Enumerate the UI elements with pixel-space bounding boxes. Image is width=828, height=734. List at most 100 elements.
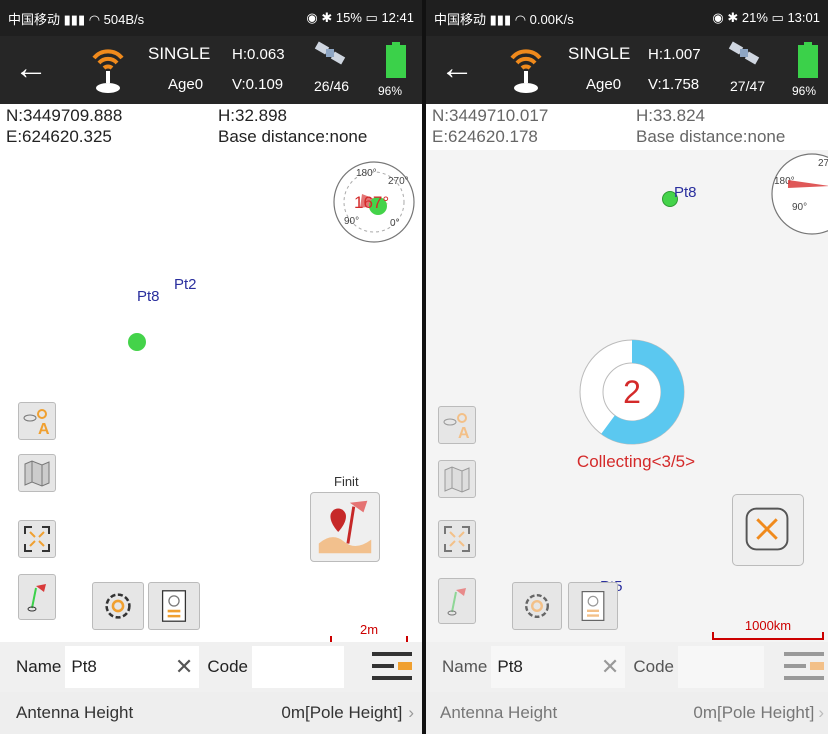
- zoom-extent-button[interactable]: [18, 520, 56, 558]
- status-left: 中国移动 ▮▮▮ ◠ 504B/s: [8, 9, 306, 28]
- compass-label-180: 180°: [356, 168, 377, 179]
- easting: E:624620.178: [432, 127, 538, 146]
- code-list-icon[interactable]: [372, 650, 412, 684]
- finit-survey-icon: [318, 500, 372, 554]
- signal-icon: ▮▮▮ ◠: [63, 11, 104, 27]
- status-bar: 中国移动 ▮▮▮ ◠ 0.00K/s ◉ ✱ 21% ▭ 13:01: [426, 0, 828, 36]
- stakeout-point-button[interactable]: A: [438, 406, 476, 444]
- gnss-header: ← SINGLE Age0 H:0.063 V:0.109 26/46 96%: [0, 36, 422, 104]
- finit-button[interactable]: [310, 492, 380, 562]
- gnss-header: ← SINGLE Age0 H:1.007 V:1.758 27/47 96%: [426, 36, 828, 104]
- zoom-extent-button[interactable]: [438, 520, 476, 558]
- compass-label-270: 270°: [818, 158, 828, 169]
- map-scale: 1000km: [712, 618, 824, 640]
- rover-pole-button[interactable]: [438, 578, 476, 624]
- scale-bar: [712, 632, 824, 640]
- satellite-icon[interactable]: [312, 40, 352, 72]
- finit-label: Finit: [334, 474, 359, 489]
- antenna-label: Antenna Height: [440, 703, 558, 722]
- antenna-height-row[interactable]: Antenna Height 0m[Pole Height] ›: [426, 692, 828, 734]
- satellite-count: 27/47: [730, 78, 766, 94]
- point-label-pt2[interactable]: Pt2: [174, 276, 197, 293]
- vertical-accuracy: V:1.758: [648, 76, 700, 93]
- clear-icon[interactable]: ✕: [601, 654, 619, 680]
- compass-label-0: 0°: [390, 218, 400, 229]
- satellite-icon[interactable]: [726, 40, 766, 72]
- stakeout-point-button[interactable]: A: [18, 402, 56, 440]
- code-list-icon[interactable]: [784, 650, 824, 684]
- eye-icon: ◉ ✱: [712, 10, 742, 25]
- name-label: Name: [16, 657, 62, 676]
- device-battery-icon: [798, 42, 818, 78]
- satellite-count: 26/46: [314, 78, 350, 94]
- name-label: Name: [442, 657, 488, 676]
- code-label: Code: [633, 657, 674, 676]
- antenna-height-row[interactable]: Antenna Height 0m[Pole Height] ›: [0, 692, 422, 734]
- northing: N:3449709.888: [6, 106, 123, 125]
- solution-mode: SINGLE: [568, 44, 631, 63]
- battery-percent: 21%: [741, 10, 768, 25]
- map-layer-button[interactable]: [18, 454, 56, 492]
- survey-map[interactable]: 180° 270° 90° 0° 167° Pt8 Pt2 A Finit 2m: [0, 150, 422, 644]
- carrier-text: 中国移动: [434, 11, 487, 27]
- gear-icon: [105, 593, 131, 619]
- point-label-pt8[interactable]: Pt8: [674, 184, 697, 201]
- code-input[interactable]: [252, 646, 344, 688]
- rover-antenna-icon: [510, 49, 542, 93]
- horizontal-accuracy: H:1.007: [648, 46, 701, 63]
- point-list-button[interactable]: [568, 582, 618, 630]
- name-input[interactable]: Pt8 ✕: [491, 646, 626, 688]
- battery-icon: ▭: [771, 10, 788, 25]
- back-arrow-icon[interactable]: ←: [14, 46, 48, 90]
- map-icon: [444, 466, 470, 493]
- cancel-collect-button[interactable]: [732, 494, 804, 566]
- height: H:32.898: [218, 106, 287, 125]
- rover-pole-button[interactable]: [18, 574, 56, 620]
- name-value: Pt8: [71, 657, 97, 676]
- settings-button[interactable]: [512, 582, 562, 630]
- map-layer-button[interactable]: [438, 460, 476, 498]
- status-right: ◉ ✱ 15% ▭ 12:41: [306, 10, 414, 26]
- coordinate-readout: N:3449709.888 H:32.898 E:624620.325 Base…: [0, 104, 422, 150]
- fullscreen-icon: [24, 526, 50, 552]
- point-name-bar: Name Pt8 ✕ Code: [0, 642, 422, 692]
- device-battery-percent: 96%: [378, 84, 403, 98]
- clear-icon[interactable]: ✕: [175, 654, 193, 680]
- rover-antenna-icon: [92, 49, 124, 93]
- coordinate-readout: N:3449710.017 H:33.824 E:624620.178 Base…: [426, 104, 828, 150]
- height: H:33.824: [636, 106, 705, 125]
- fullscreen-icon: [444, 526, 470, 552]
- compass-icon[interactable]: 180° 270° 90° 0° 167°: [332, 160, 416, 244]
- compass-icon[interactable]: 270° 180° 90° 0: [770, 152, 828, 236]
- vertical-accuracy: V:0.109: [232, 76, 284, 93]
- point-list-button[interactable]: [148, 582, 200, 630]
- point-list-icon: [161, 590, 187, 622]
- name-input[interactable]: Pt8 ✕: [65, 646, 200, 688]
- name-value: Pt8: [497, 657, 523, 676]
- solution-mode: SINGLE: [148, 44, 211, 63]
- back-arrow-icon[interactable]: ←: [440, 46, 474, 90]
- chevron-right-icon: ›: [818, 703, 824, 722]
- svg-text:A: A: [38, 421, 50, 436]
- close-icon: [745, 507, 789, 551]
- compass-label-90: 90°: [792, 202, 807, 213]
- battery-icon: ▭: [365, 10, 382, 25]
- horizontal-accuracy: H:0.063: [232, 46, 285, 63]
- stakeout-a-icon: A: [443, 413, 470, 440]
- chevron-right-icon: ›: [408, 703, 414, 722]
- battery-percent: 15%: [335, 10, 362, 25]
- easting: E:624620.325: [6, 127, 112, 146]
- survey-pole-icon: [27, 584, 46, 612]
- settings-button[interactable]: [92, 582, 144, 630]
- scale-label: 1000km: [744, 618, 792, 633]
- status-bar: 中国移动 ▮▮▮ ◠ 504B/s ◉ ✱ 15% ▭ 12:41: [0, 0, 422, 36]
- age-value: Age0: [168, 76, 204, 93]
- collect-count: 2: [623, 374, 641, 410]
- code-input[interactable]: [678, 646, 764, 688]
- code-label: Code: [207, 657, 248, 676]
- clock: 13:01: [787, 10, 820, 25]
- antenna-value: 0m[Pole Height]: [693, 703, 815, 722]
- map-scale: 2m: [330, 622, 408, 644]
- point-label-pt8[interactable]: Pt8: [137, 288, 160, 305]
- right-screenshot: 中国移动 ▮▮▮ ◠ 0.00K/s ◉ ✱ 21% ▭ 13:01 ← SIN…: [426, 0, 828, 734]
